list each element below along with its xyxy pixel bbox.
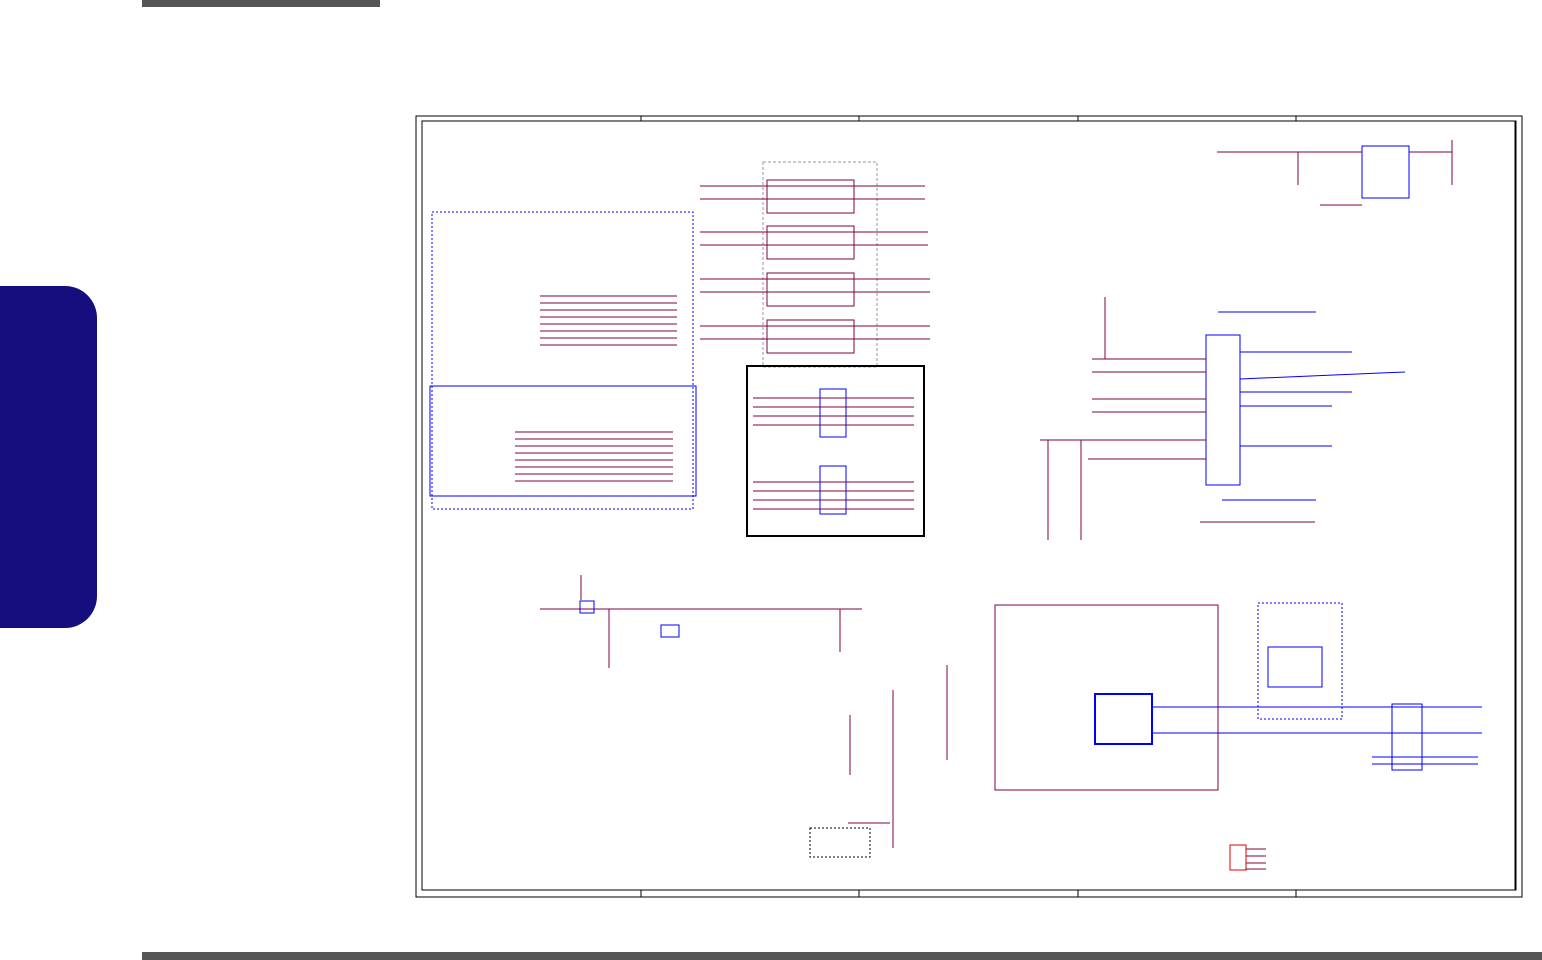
sheet-frame bbox=[415, 115, 1523, 898]
power-switch-circuit bbox=[540, 575, 862, 668]
test-points bbox=[1229, 844, 1266, 871]
schematic-diagram bbox=[415, 115, 1523, 898]
vga-connector-block bbox=[1040, 297, 1406, 540]
regulator-block bbox=[1217, 140, 1453, 206]
connector-group-dashed bbox=[429, 211, 697, 510]
lan-magnetics-block bbox=[700, 161, 930, 368]
lvds-switch-circuit bbox=[809, 602, 1482, 858]
esd-protection-box bbox=[746, 365, 925, 537]
